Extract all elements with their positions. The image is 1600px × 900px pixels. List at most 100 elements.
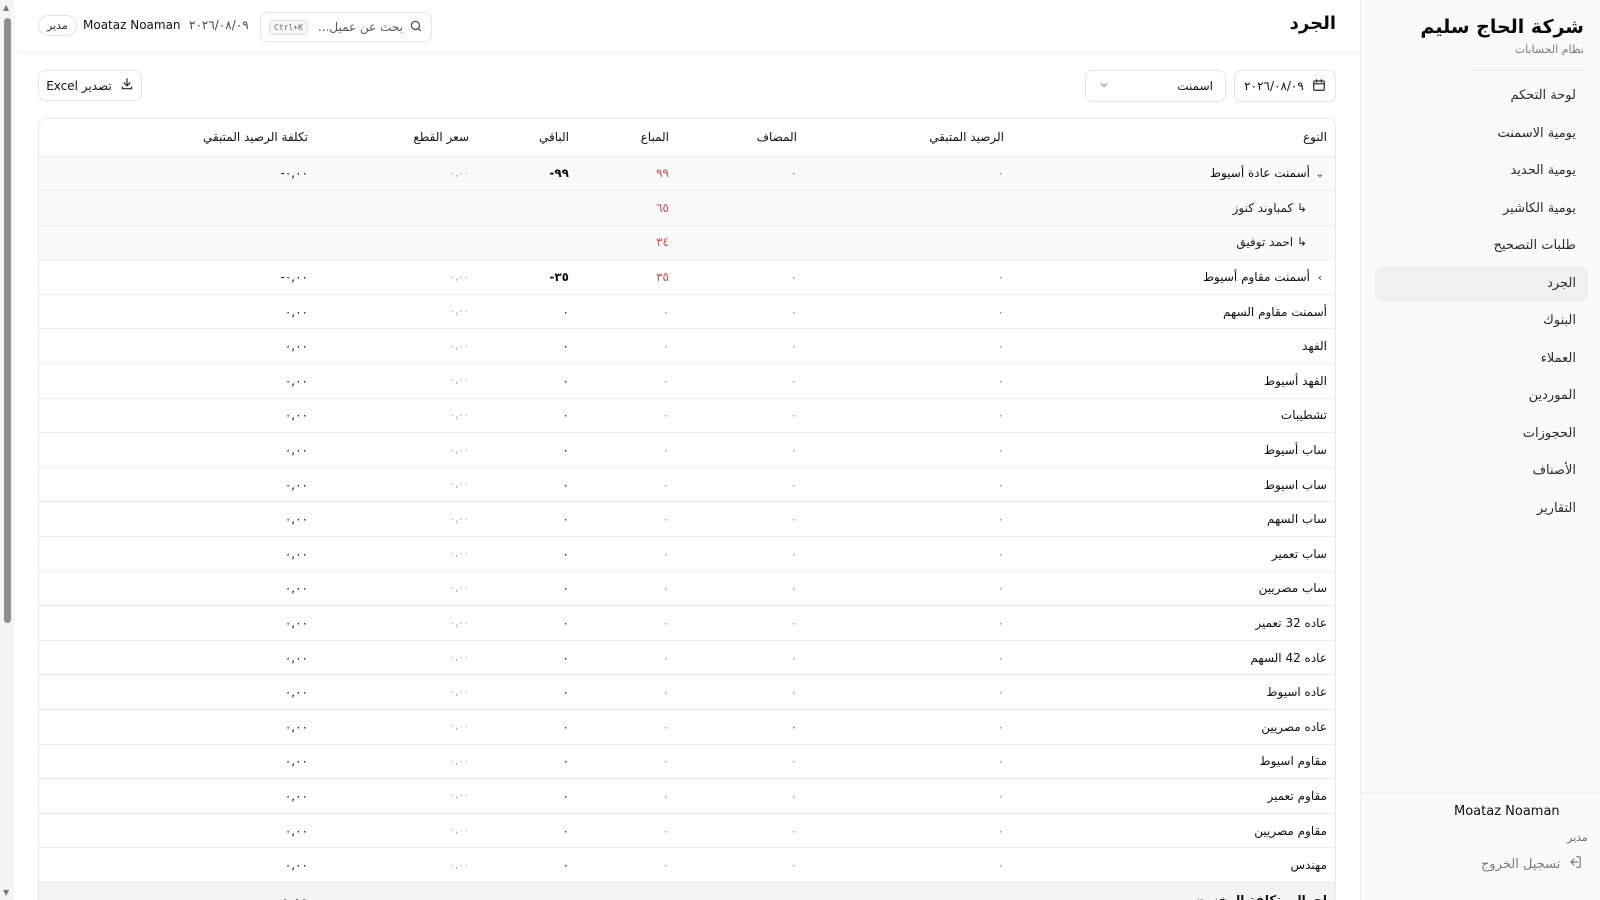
table-row: عاده 42 السهم ٠ ٠ ٠ ٠ ٠,٠٠ ٠,٠٠ xyxy=(39,640,1335,676)
download-icon xyxy=(120,77,134,94)
cost-cell: ٠,٠٠ xyxy=(39,328,316,365)
price-cell: ٠,٠٠ xyxy=(316,432,477,468)
table-row: مقاوم مصريين ٠ ٠ ٠ ٠ ٠,٠٠ ٠,٠٠ xyxy=(39,813,1335,849)
logout-button[interactable]: تسجيل الخروج xyxy=(1481,855,1582,873)
sold-cell: ٠ xyxy=(577,744,677,780)
item-name: ساب تعمير xyxy=(1010,536,1335,572)
price-cell: ٠,٠٠ xyxy=(316,744,477,780)
sold-cell: ٠ xyxy=(577,640,677,676)
chevron-left-icon[interactable]: › xyxy=(1313,271,1327,284)
sidebar-user-name: Moataz Noaman xyxy=(1454,804,1560,819)
cost-cell: ٠,٠٠ xyxy=(39,467,316,503)
sidebar-item-items[interactable]: الأصناف xyxy=(1375,454,1588,488)
scrollbar-thumb[interactable] xyxy=(4,18,11,623)
table-row: ساب تعمير ٠ ٠ ٠ ٠ ٠,٠٠ ٠,٠٠ xyxy=(39,536,1335,572)
sidebar-item-dashboard[interactable]: لوحة التحكم xyxy=(1375,79,1588,113)
table-row: ساب اسيوط ٠ ٠ ٠ ٠ ٠,٠٠ ٠,٠٠ xyxy=(39,467,1335,503)
brand-subtitle: نظام الحسابات xyxy=(1514,43,1584,56)
table-row: ساب السهم ٠ ٠ ٠ ٠ ٠,٠٠ ٠,٠٠ xyxy=(39,501,1335,538)
balance-cell: ٠ xyxy=(805,294,1010,330)
balance-cell: ٠ xyxy=(805,328,1010,365)
price-cell: ٠,٠٠ xyxy=(316,398,477,434)
sold-cell: ٩٩ xyxy=(577,156,677,192)
scroll-down-arrow-icon[interactable]: ▼ xyxy=(3,888,9,897)
sold-cell: ٠ xyxy=(577,363,677,399)
logout-label: تسجيل الخروج xyxy=(1481,856,1561,872)
added-cell: ٠ xyxy=(677,536,805,572)
table-row: عاده 32 تعمير ٠ ٠ ٠ ٠ ٠,٠٠ ٠,٠٠ xyxy=(39,605,1335,641)
remaining-cell: ٠ xyxy=(477,294,577,330)
balance-cell: ٠ xyxy=(805,259,1010,295)
item-name: مقاوم تعمير xyxy=(1010,778,1335,814)
remaining-cell: ٠ xyxy=(477,744,577,780)
item-name: تشطيبات xyxy=(1010,398,1335,434)
item-name: مهندس xyxy=(1010,847,1335,883)
remaining-cell: ٠ xyxy=(477,640,577,676)
cost-cell: ٠,٠٠ xyxy=(39,536,316,572)
table-row: أسمنت مقاوم السهم ٠ ٠ ٠ ٠ ٠,٠٠ ٠,٠٠ xyxy=(39,294,1335,330)
added-cell: ٠ xyxy=(677,156,805,192)
chevron-down-icon[interactable]: ⌄ xyxy=(1313,167,1327,180)
export-excel-button[interactable]: تصدير Excel xyxy=(38,70,142,101)
sidebar-item-banks[interactable]: البنوك xyxy=(1375,304,1588,338)
item-name: مقاوم مصريين xyxy=(1010,813,1335,849)
added-cell: ٠ xyxy=(677,847,805,883)
sold-cell: ٠ xyxy=(577,501,677,538)
added-cell: ٠ xyxy=(677,674,805,710)
sidebar-item-reports[interactable]: التقارير xyxy=(1375,492,1588,526)
item-name: ساب اسيوط xyxy=(1010,467,1335,503)
date-picker[interactable]: ٢٠٢٦/٠٨/٠٩ xyxy=(1234,70,1336,102)
balance-cell: ٠ xyxy=(805,744,1010,780)
balance-cell: ٠ xyxy=(805,363,1010,399)
price-cell: ٠,٠٠ xyxy=(316,467,477,503)
column-header-cut-price: سعر القطع xyxy=(316,119,477,157)
sidebar-item-suppliers[interactable]: الموردين xyxy=(1375,379,1588,413)
added-cell: ٠ xyxy=(677,640,805,676)
sidebar-item-customers[interactable]: العملاء xyxy=(1375,342,1588,376)
cost-cell: ٠,٠٠ xyxy=(39,709,316,745)
price-cell: ٠,٠٠ xyxy=(316,709,477,745)
brand-title: شركة الحاج سليم xyxy=(1420,16,1584,38)
inventory-table: النوع الرصيد المتبقي المضاف المباع الباق… xyxy=(38,118,1336,900)
sidebar-item-inventory[interactable]: الجرد xyxy=(1375,266,1588,301)
sidebar-item-reservations[interactable]: الحجوزات xyxy=(1375,417,1588,451)
added-cell: ٠ xyxy=(677,813,805,849)
price-cell: ٠,٠٠ xyxy=(316,674,477,710)
added-cell: ٠ xyxy=(677,432,805,468)
cost-cell: ٠,٠٠ xyxy=(39,674,316,710)
header-user-name[interactable]: Moataz Noaman xyxy=(83,18,181,32)
price-cell: ٠,٠٠ xyxy=(316,259,477,295)
column-header-remaining: الباقي xyxy=(477,119,577,157)
search-box[interactable]: Ctrl+K xyxy=(260,12,432,42)
added-cell: ٠ xyxy=(677,709,805,745)
type-select-value: اسمنت xyxy=(1177,79,1213,93)
cost-cell: ٠,٠٠ xyxy=(39,432,316,468)
sold-cell: ٠ xyxy=(577,813,677,849)
type-select[interactable]: اسمنت xyxy=(1085,70,1226,102)
sold-cell: ٠ xyxy=(577,328,677,365)
cost-cell: ٠,٠٠ xyxy=(39,294,316,330)
item-name: عاده مصريين xyxy=(1010,709,1335,745)
balance-cell: ٠ xyxy=(805,156,1010,192)
item-name: أسمنت عادة أسيوط xyxy=(1209,166,1310,181)
sold-cell: ٠ xyxy=(577,709,677,745)
page-scrollbar[interactable]: ▲ ▼ xyxy=(0,0,14,900)
scroll-up-arrow-icon[interactable]: ▲ xyxy=(3,3,9,12)
sidebar-item-cashier-journal[interactable]: يومية الكاشير xyxy=(1375,192,1588,226)
sidebar-item-iron-journal[interactable]: يومية الحديد xyxy=(1375,154,1588,188)
sidebar-item-cement-journal[interactable]: يومية الاسمنت xyxy=(1375,117,1588,151)
remaining-cell: ٠ xyxy=(477,674,577,710)
remaining-cell: ٠ xyxy=(477,536,577,572)
remaining-cell: ٠ xyxy=(477,363,577,399)
sidebar-user-panel: Moataz Noaman مدير تسجيل الخروج xyxy=(1361,792,1600,900)
balance-cell: ٠ xyxy=(805,813,1010,849)
table-row: مقاوم تعمير ٠ ٠ ٠ ٠ ٠,٠٠ ٠,٠٠ xyxy=(39,778,1335,814)
remaining-cell: ٠ xyxy=(477,709,577,745)
sidebar-item-correction-requests[interactable]: طلبات التصحيح xyxy=(1375,229,1588,263)
table-row-collapsed[interactable]: ›أسمنت مقاوم أسيوط ٠ ٠ ٣٥ ٣٥- ٠,٠٠ ٠,٠٠- xyxy=(39,259,1335,295)
search-input[interactable] xyxy=(313,20,403,34)
search-shortcut-hint: Ctrl+K xyxy=(269,19,308,35)
table-row-expanded[interactable]: ⌄أسمنت عادة أسيوط ٠ ٠ ٩٩ ٩٩- ٠,٠٠ ٠,٠٠- xyxy=(39,156,1335,192)
table-row: تشطيبات ٠ ٠ ٠ ٠ ٠,٠٠ ٠,٠٠ xyxy=(39,398,1335,434)
added-cell: ٠ xyxy=(677,571,805,607)
